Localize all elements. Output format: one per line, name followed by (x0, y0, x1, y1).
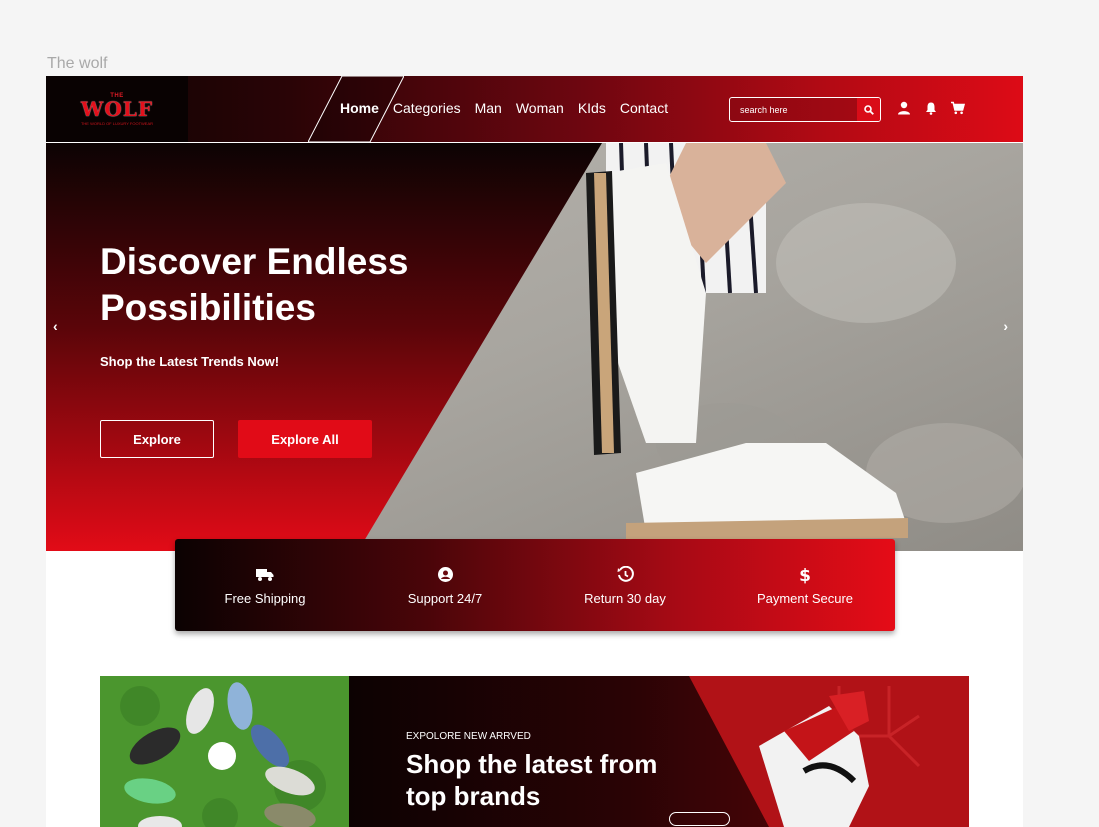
feature-return: Return 30 day (535, 539, 715, 631)
bell-icon[interactable] (922, 99, 939, 116)
search-button[interactable] (857, 98, 880, 121)
feature-support: Support 24/7 (355, 539, 535, 631)
hero-shoe-image (46, 143, 1023, 551)
explore-button[interactable]: Explore (100, 420, 214, 458)
search-icon (863, 104, 874, 115)
svg-text:$: $ (799, 566, 811, 584)
hero-subtitle: Shop the Latest Trends Now! (100, 354, 280, 369)
nav-link-kids[interactable]: KIds (578, 100, 606, 116)
search-box (729, 97, 881, 122)
frame-title: The wolf (47, 55, 108, 72)
history-icon (617, 565, 634, 585)
explore-all-button[interactable]: Explore All (238, 420, 372, 458)
nav-link-contact[interactable]: Contact (620, 100, 668, 116)
nav-links: Home Categories Man Woman KIds Contact (340, 100, 682, 116)
carousel-prev-arrow[interactable]: ‹ (53, 318, 58, 334)
navbar: THE WOLF THE WORLD OF LUXURY FOOTWEAR Ho… (46, 76, 1023, 142)
feature-label: Payment Secure (756, 590, 854, 606)
support-icon (437, 565, 454, 585)
feature-payment: $ Payment Secure (715, 539, 895, 631)
page-frame: THE WOLF THE WORLD OF LUXURY FOOTWEAR Ho… (46, 76, 1023, 827)
promo-title: Shop the latest from top brands (406, 749, 658, 811)
hero-title: Discover Endless Possibilities (100, 241, 409, 328)
truck-icon (256, 565, 274, 585)
logo-tagline: THE WORLD OF LUXURY FOOTWEAR (80, 120, 154, 126)
carousel-next-arrow[interactable]: › (1003, 318, 1008, 334)
logo-name: WOLF (80, 96, 154, 121)
feature-label: Free Shipping (224, 590, 306, 606)
feature-free-shipping: Free Shipping (175, 539, 355, 631)
promo-banner: EXPOLORE NEW ARRVED Shop the latest from… (100, 676, 969, 827)
nav-link-categories[interactable]: Categories (393, 100, 461, 116)
hero-banner: Discover Endless Possibilities Shop the … (46, 143, 1023, 551)
nav-link-man[interactable]: Man (475, 100, 502, 116)
feature-label: Support 24/7 (407, 590, 483, 606)
nav-link-home[interactable]: Home (340, 100, 379, 116)
features-bar: Free Shipping Support 24/7 Return 30 day… (175, 539, 895, 631)
promo-eyebrow: EXPOLORE NEW ARRVED (406, 731, 531, 742)
scroll-indicator[interactable] (669, 812, 730, 826)
feature-label: Return 30 day (584, 590, 666, 606)
sneakers-grass-image (100, 676, 349, 827)
user-icon[interactable] (895, 99, 912, 116)
sneaker-promo-image (689, 676, 969, 827)
cart-icon[interactable] (949, 99, 966, 116)
dollar-icon: $ (799, 565, 811, 585)
search-input[interactable] (730, 98, 857, 121)
nav-icons (895, 99, 966, 116)
logo[interactable]: THE WOLF THE WORLD OF LUXURY FOOTWEAR (46, 76, 188, 142)
nav-link-woman[interactable]: Woman (516, 100, 564, 116)
